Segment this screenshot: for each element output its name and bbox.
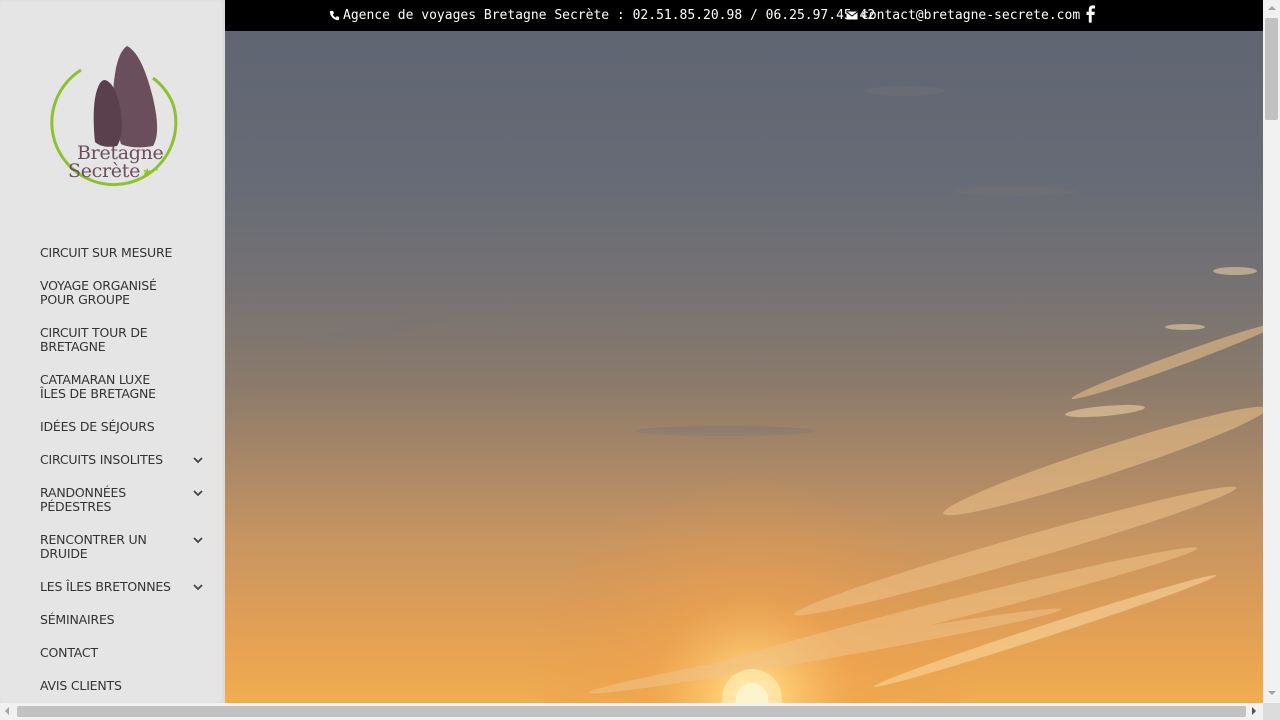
hero-sunset-image — [225, 31, 1263, 703]
nav-item-rencontrer-druide[interactable]: RENCONTRER UN DRUIDE — [0, 533, 225, 561]
nav-item-label: CIRCUIT SUR MESURE — [40, 245, 173, 260]
nav-item-label: IDÉES DE SÉJOURS — [40, 419, 155, 434]
nav-item-avis-clients[interactable]: AVIS CLIENTS — [0, 679, 225, 693]
nav-item-label: CATAMARAN LUXE ÎLES DE BRETAGNE — [40, 372, 156, 401]
scroll-down-arrow-icon[interactable] — [1268, 691, 1276, 695]
facebook-icon[interactable] — [1085, 5, 1097, 23]
nav-item-contact[interactable]: CONTACT — [0, 646, 225, 660]
top-contact-bar: Agence de voyages Bretagne Secrète : 02.… — [225, 0, 1263, 31]
chevron-down-icon[interactable] — [193, 583, 203, 591]
phone-icon — [329, 10, 340, 21]
nav-item-idees-sejours[interactable]: IDÉES DE SÉJOURS — [0, 420, 225, 434]
vertical-scrollbar[interactable] — [1263, 0, 1280, 703]
nav-item-randonnees-pedestres[interactable]: RANDONNÉES PÉDESTRES — [0, 486, 225, 514]
site-logo[interactable]: ✱ • Bretagne Secrète — [45, 40, 185, 188]
nav-item-voyage-organise[interactable]: VOYAGE ORGANISÉ POUR GROUPE — [0, 279, 225, 307]
nav-item-label: CONTACT — [40, 645, 98, 660]
nav-item-label: AVIS CLIENTS — [40, 678, 122, 693]
sidebar: ✱ • Bretagne Secrète CIRCUIT SUR MESURE … — [0, 0, 225, 703]
logo-text-line2: Secrète — [68, 160, 141, 182]
envelope-icon — [846, 11, 858, 20]
nav-item-iles-bretonnes[interactable]: LES ÎLES BRETONNES — [0, 580, 225, 594]
svg-text:•: • — [155, 167, 159, 174]
main-navigation: CIRCUIT SUR MESURE VOYAGE ORGANISÉ POUR … — [0, 246, 225, 712]
contact-email-text: contact@bretagne-secrete.com — [861, 8, 1081, 23]
nav-item-label: LES ÎLES BRETONNES — [40, 579, 171, 594]
nav-item-label: RENCONTRER UN DRUIDE — [40, 532, 147, 561]
nav-item-label: SÉMINAIRES — [40, 612, 115, 627]
nav-item-seminaires[interactable]: SÉMINAIRES — [0, 613, 225, 627]
sunset-sky-graphic — [225, 31, 1263, 703]
horizontal-scrollbar-thumb[interactable] — [17, 706, 1246, 717]
chevron-down-icon[interactable] — [193, 489, 203, 497]
nav-item-label: CIRCUIT TOUR DE BRETAGNE — [40, 325, 148, 354]
nav-item-circuits-insolites[interactable]: CIRCUITS INSOLITES — [0, 453, 225, 467]
scroll-right-arrow-icon[interactable] — [1252, 707, 1256, 715]
contact-phone[interactable]: Agence de voyages Bretagne Secrète : 02.… — [329, 8, 875, 23]
scroll-left-arrow-icon[interactable] — [5, 707, 9, 715]
scrollbar-corner — [1263, 703, 1280, 720]
horizontal-scrollbar[interactable] — [0, 703, 1263, 720]
nav-item-label: CIRCUITS INSOLITES — [40, 452, 163, 467]
contact-email[interactable]: contact@bretagne-secrete.com — [846, 8, 1080, 23]
svg-text:✱: ✱ — [143, 168, 151, 179]
nav-item-circuit-sur-mesure[interactable]: CIRCUIT SUR MESURE — [0, 246, 225, 260]
nav-item-label: RANDONNÉES PÉDESTRES — [40, 485, 126, 514]
scroll-up-arrow-icon[interactable] — [1268, 6, 1276, 10]
chevron-down-icon[interactable] — [193, 456, 203, 464]
nav-item-circuit-tour-bretagne[interactable]: CIRCUIT TOUR DE BRETAGNE — [0, 326, 225, 354]
contact-phone-text: Agence de voyages Bretagne Secrète : 02.… — [343, 8, 876, 23]
vertical-scrollbar-thumb[interactable] — [1265, 18, 1278, 120]
chevron-down-icon[interactable] — [193, 536, 203, 544]
nav-item-catamaran-luxe[interactable]: CATAMARAN LUXE ÎLES DE BRETAGNE — [0, 373, 225, 401]
nav-item-label: VOYAGE ORGANISÉ POUR GROUPE — [40, 278, 157, 307]
